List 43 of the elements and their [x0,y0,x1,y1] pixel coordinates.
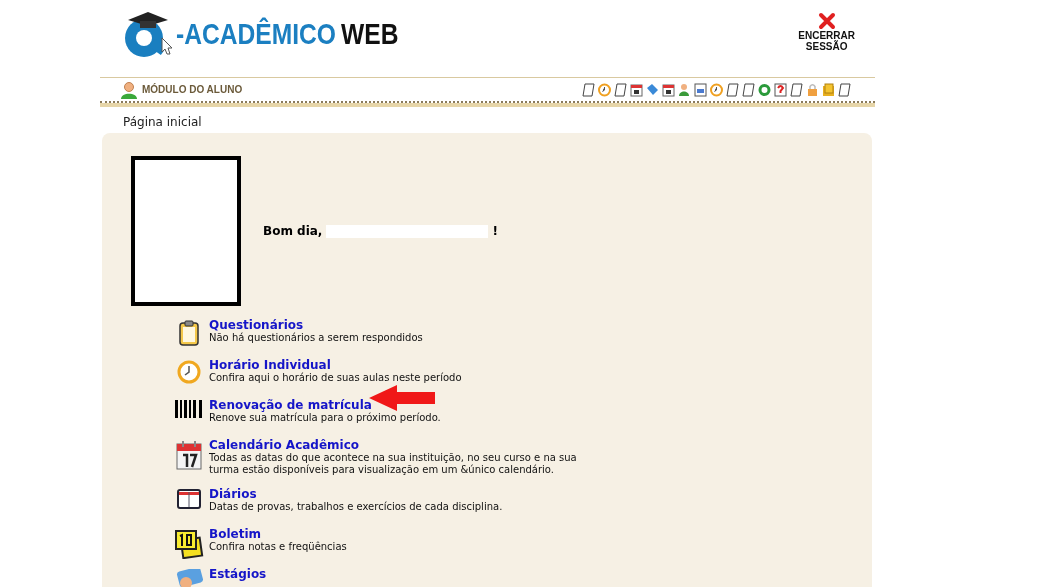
clock-icon[interactable] [710,82,723,97]
clock-icon[interactable] [598,82,611,97]
item-description: Confira aqui o horário de suas aulas neste período [209,372,463,384]
calendar-icon[interactable] [630,82,643,97]
module-title: MÓDULO DO ALUNO [142,84,243,95]
clipboard-icon [179,320,199,346]
item-description: Não há questionários a serem respondidos [209,332,424,344]
page-icon[interactable] [838,82,851,97]
page-icon[interactable] [726,82,739,97]
clock-icon [177,360,201,384]
item-description: Confira notas e freqüências [209,541,348,553]
logout-button[interactable]: ENCERRAR SESSÃO [798,12,855,52]
grade-card-icon [174,529,204,559]
close-icon [817,12,836,30]
barcode-icon [175,400,203,418]
greeting-text: Bom dia, [263,224,323,238]
page-icon[interactable] [582,82,595,97]
item-link[interactable]: Horário Individual [209,358,331,372]
page-icon[interactable] [742,82,755,97]
book-icon [177,489,201,509]
item-link[interactable]: Calendário Acadêmico [209,438,360,452]
item-link[interactable]: Renovação de matrícula [209,398,372,412]
item-description: Datas de provas, trabalhos e exercícios de cada disciplina. [209,501,504,513]
breadcrumb: Página inicial [123,115,203,131]
item-link[interactable]: Boletim [209,527,261,541]
greeting-text: ! [492,224,498,238]
user-icon[interactable] [678,82,691,97]
card-icon[interactable] [694,82,707,97]
item-link[interactable]: Estágios [209,567,267,581]
logo-text: WEB [341,17,399,51]
help-icon[interactable] [774,82,787,97]
item-link[interactable]: Diários [209,487,257,501]
item-link[interactable]: Questionários [209,318,304,332]
logo-text: -ACADÊMICO [176,17,336,51]
item-description: Renove sua matrícula para o próximo período. [209,412,442,424]
page-icon[interactable] [614,82,627,97]
item-description: Todas as datas do que acontece na sua instituição, no seu curso e na sua turma estão disponíveis para visualização em um &único calendário. [209,452,578,476]
page-icon[interactable] [790,82,803,97]
calendar-icon[interactable] [662,82,675,97]
calendar-icon [176,440,202,470]
user-icon [120,80,138,99]
tag-icon[interactable] [646,82,659,97]
user-icon [174,569,204,587]
